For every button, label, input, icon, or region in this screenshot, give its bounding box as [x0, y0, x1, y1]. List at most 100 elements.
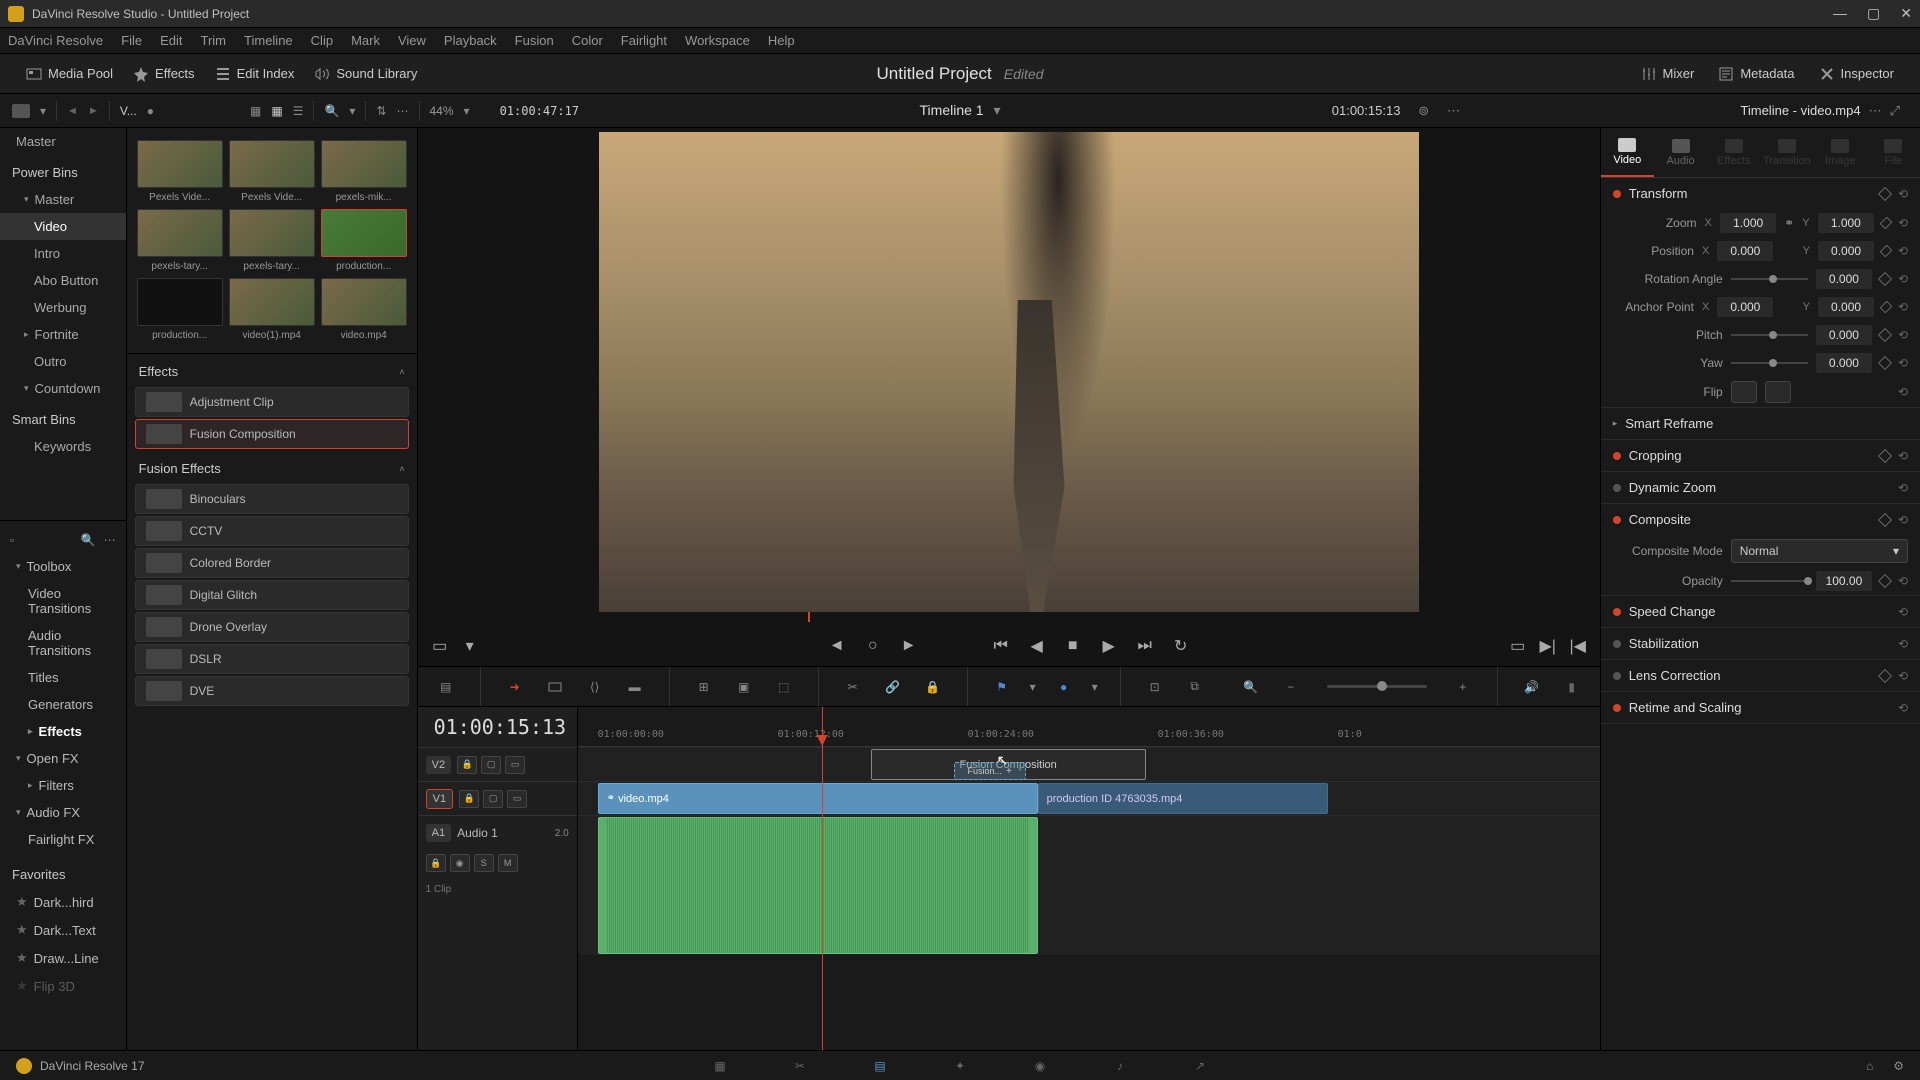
- menu-davinci[interactable]: DaVinci Resolve: [8, 33, 103, 48]
- media-pool-toggle[interactable]: Media Pool: [16, 60, 123, 88]
- keyframe-icon[interactable]: [1878, 448, 1892, 462]
- page-color[interactable]: ◉: [1028, 1056, 1052, 1076]
- clip-audio[interactable]: [598, 817, 1038, 954]
- fx-generators[interactable]: Generators: [0, 691, 126, 718]
- timeline-tracks[interactable]: 01:00:00:00 01:00:12:00 01:00:24:00 01:0…: [578, 707, 1600, 1050]
- next-edit-button[interactable]: ►: [899, 636, 919, 656]
- rotation-input[interactable]: [1816, 269, 1872, 289]
- zoom-x-input[interactable]: [1720, 213, 1776, 233]
- lock-icon[interactable]: 🔒: [426, 854, 446, 872]
- composite-mode-dropdown[interactable]: Normal▾: [1731, 539, 1908, 563]
- sort-icon[interactable]: ⇅: [376, 104, 386, 118]
- chevron-down-icon[interactable]: ▾: [464, 104, 470, 118]
- chevron-up-icon[interactable]: ˄: [399, 367, 404, 377]
- bin-keywords[interactable]: Keywords: [0, 433, 126, 460]
- page-deliver[interactable]: ↗: [1188, 1056, 1212, 1076]
- clip-thumb[interactable]: pexels-tary...: [229, 209, 315, 272]
- reset-icon[interactable]: ⟲: [1898, 328, 1908, 342]
- rotation-slider[interactable]: [1731, 278, 1808, 280]
- chevron-down-icon[interactable]: ▾: [40, 104, 46, 118]
- more-icon[interactable]: ⋯: [104, 533, 116, 547]
- enable-dot[interactable]: [1613, 484, 1621, 492]
- menu-playback[interactable]: Playback: [444, 33, 497, 48]
- keyframe-icon[interactable]: [1878, 574, 1892, 588]
- lock-icon[interactable]: 🔒: [457, 756, 477, 774]
- reset-icon[interactable]: ⟲: [1898, 272, 1908, 286]
- fx-fairlight[interactable]: Fairlight FX: [0, 826, 126, 853]
- menu-clip[interactable]: Clip: [311, 33, 333, 48]
- reset-icon[interactable]: ⟲: [1898, 244, 1908, 258]
- section-smart-reframe[interactable]: ▸Smart Reframe: [1601, 408, 1920, 440]
- track-label-v1[interactable]: V1: [426, 789, 453, 809]
- keyframe-icon[interactable]: [1878, 186, 1892, 200]
- sound-library-toggle[interactable]: Sound Library: [304, 60, 427, 88]
- clip-thumb[interactable]: pexels-tary...: [137, 209, 223, 272]
- mixer-toggle[interactable]: Mixer: [1631, 60, 1705, 88]
- nav-fwd[interactable]: ►: [88, 105, 99, 117]
- menu-file[interactable]: File: [121, 33, 142, 48]
- track-head-v1[interactable]: V1 🔒 ▢ ▭: [418, 781, 577, 815]
- bin-view-icon[interactable]: [12, 104, 30, 118]
- reset-icon[interactable]: ⟲: [1898, 669, 1908, 683]
- fav-4[interactable]: ★Flip 3D: [0, 972, 126, 1000]
- reset-icon[interactable]: ⟲: [1898, 356, 1908, 370]
- edit-index-toggle[interactable]: Edit Index: [205, 60, 305, 88]
- reset-icon[interactable]: ⟲: [1898, 637, 1908, 651]
- track-v1[interactable]: ⚭ video.mp4 production ID 4763035.mp4: [578, 781, 1600, 815]
- reset-icon[interactable]: ⟲: [1898, 701, 1908, 715]
- clip-thumb[interactable]: pexels-mik...: [321, 140, 407, 203]
- view-thumb-icon[interactable]: ▦: [271, 104, 282, 118]
- reset-icon[interactable]: ⟲: [1898, 385, 1908, 399]
- linked-select-tool[interactable]: ⧉: [1183, 675, 1207, 699]
- pos-y-input[interactable]: [1818, 241, 1874, 261]
- section-dynamic-zoom[interactable]: Dynamic Zoom⟲: [1601, 472, 1920, 504]
- bin-video[interactable]: Video: [0, 213, 126, 240]
- reset-icon[interactable]: ⟲: [1898, 574, 1908, 588]
- view-list-icon[interactable]: ☰: [293, 104, 304, 118]
- next-clip-icon[interactable]: ▶|: [1538, 636, 1558, 656]
- menu-help[interactable]: Help: [768, 33, 795, 48]
- disable-icon[interactable]: ▭: [507, 790, 527, 808]
- effects-toggle[interactable]: Effects: [123, 60, 205, 88]
- go-start-button[interactable]: ⏮: [991, 636, 1011, 656]
- arm-icon[interactable]: ◉: [450, 854, 470, 872]
- auto-select-icon[interactable]: ▢: [483, 790, 503, 808]
- fav-1[interactable]: ★Dark...hird: [0, 888, 126, 916]
- replace-tool[interactable]: ⬚: [772, 675, 796, 699]
- fx-fusion-composition[interactable]: Fusion Composition: [135, 419, 409, 449]
- fx-cctv[interactable]: CCTV: [135, 516, 409, 546]
- tab-video[interactable]: Video: [1601, 128, 1654, 177]
- clip-production[interactable]: production ID 4763035.mp4: [1038, 783, 1328, 814]
- link-tool[interactable]: 🔗: [881, 675, 905, 699]
- maximize-button[interactable]: ▢: [1867, 5, 1880, 22]
- enable-dot[interactable]: [1613, 704, 1621, 712]
- home-icon[interactable]: ⌂: [1866, 1059, 1873, 1073]
- clip-thumb[interactable]: video.mp4: [321, 278, 407, 341]
- lock-icon[interactable]: 🔒: [459, 790, 479, 808]
- close-button[interactable]: ✕: [1900, 5, 1912, 22]
- reset-icon[interactable]: ⟲: [1898, 605, 1908, 619]
- fx-drone-overlay[interactable]: Drone Overlay: [135, 612, 409, 642]
- section-lens[interactable]: Lens Correction⟲: [1601, 660, 1920, 692]
- marker-tool[interactable]: ●: [1052, 675, 1076, 699]
- clip-thumb[interactable]: Pexels Vide...: [137, 140, 223, 203]
- reset-icon[interactable]: ⟲: [1898, 187, 1908, 201]
- section-cropping[interactable]: Cropping⟲: [1601, 440, 1920, 472]
- enable-dot[interactable]: [1613, 608, 1621, 616]
- clip-video[interactable]: ⚭ video.mp4: [598, 783, 1038, 814]
- bin-pb-master[interactable]: ▾Master: [0, 186, 126, 213]
- menu-fairlight[interactable]: Fairlight: [621, 33, 667, 48]
- inspector-toggle[interactable]: Inspector: [1809, 60, 1904, 88]
- play-button[interactable]: ▶: [1099, 636, 1119, 656]
- keyframe-icon[interactable]: [1880, 245, 1893, 258]
- reset-icon[interactable]: ⟲: [1898, 513, 1908, 527]
- blade-tool[interactable]: ▬: [623, 675, 647, 699]
- dynamic-trim-tool[interactable]: ⟨⟩: [583, 675, 607, 699]
- chevron-down-icon[interactable]: ▾: [993, 102, 1000, 118]
- trim-tool[interactable]: [543, 675, 567, 699]
- zoom-out-icon[interactable]: 🔍: [1239, 675, 1263, 699]
- fx-dslr[interactable]: DSLR: [135, 644, 409, 674]
- tab-effects[interactable]: Effects: [1707, 128, 1760, 177]
- track-label-a1[interactable]: A1: [426, 824, 451, 842]
- bin-werbung[interactable]: Werbung: [0, 294, 126, 321]
